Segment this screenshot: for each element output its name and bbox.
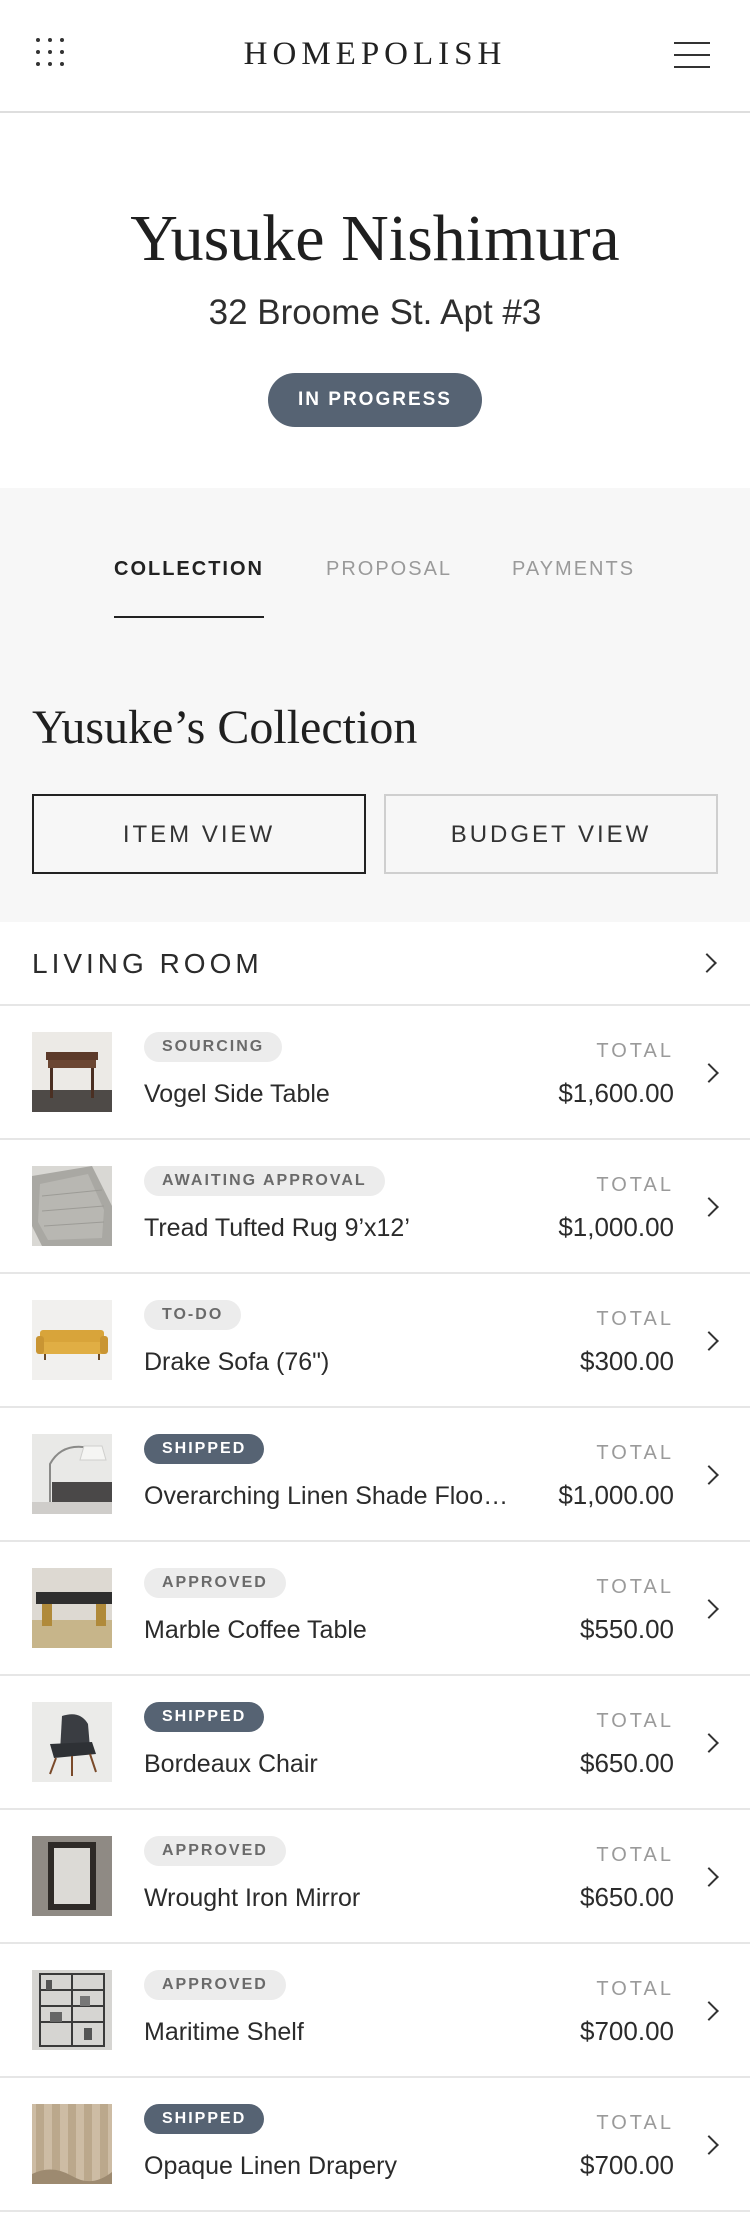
client-summary: Yusuke Nishimura 32 Broome St. Apt #3 IN…	[0, 115, 750, 488]
total-label: TOTAL	[596, 1442, 674, 1464]
item-list: SOURCING Vogel Side Table TOTAL $1,600.0…	[0, 1006, 750, 2212]
floor-lamp-image	[32, 1434, 112, 1514]
list-item[interactable]: AWAITING APPROVAL Tread Tufted Rug 9’x12…	[0, 1140, 750, 1274]
chevron-right-icon	[699, 1465, 719, 1485]
item-status-badge: APPROVED	[144, 1970, 286, 2000]
item-status-badge: TO-DO	[144, 1300, 242, 1330]
list-item[interactable]: APPROVED Wrought Iron Mirror TOTAL $650.…	[0, 1810, 750, 1944]
item-name: Overarching Linen Shade Floor…	[144, 1482, 514, 1510]
total-label: TOTAL	[596, 1844, 674, 1866]
item-price: $700.00	[580, 2150, 674, 2180]
item-price: $1,000.00	[558, 1480, 674, 1510]
shelf-image	[32, 1970, 112, 2050]
list-item[interactable]: SOURCING Vogel Side Table TOTAL $1,600.0…	[0, 1006, 750, 1140]
side-table-image	[32, 1032, 112, 1112]
sofa-image	[32, 1300, 112, 1380]
client-name: Yusuke Nishimura	[130, 202, 620, 275]
item-status-badge: APPROVED	[144, 1836, 286, 1866]
room-title: LIVING ROOM	[32, 948, 263, 979]
client-address: 32 Broome St. Apt #3	[208, 293, 542, 332]
list-item[interactable]: APPROVED Maritime Shelf TOTAL $700.00	[0, 1944, 750, 2078]
mirror-image	[32, 1836, 112, 1916]
item-name: Maritime Shelf	[144, 2018, 304, 2046]
chair-image	[32, 1702, 112, 1782]
chevron-right-icon	[699, 2001, 719, 2021]
item-name: Tread Tufted Rug 9’x12’	[144, 1214, 410, 1242]
item-status-badge: SHIPPED	[144, 1702, 265, 1732]
item-view-button[interactable]: ITEM VIEW	[32, 794, 366, 874]
collection-section: COLLECTION PROPOSAL PAYMENTS Yusuke’s Co…	[0, 488, 750, 922]
item-status-badge: AWAITING APPROVAL	[144, 1166, 385, 1196]
item-price: $1,000.00	[558, 1212, 674, 1242]
list-item[interactable]: TO-DO Drake Sofa (76") TOTAL $300.00	[0, 1274, 750, 1408]
total-label: TOTAL	[596, 1174, 674, 1196]
item-status-badge: SHIPPED	[144, 2104, 265, 2134]
item-name: Vogel Side Table	[144, 1080, 330, 1108]
chevron-right-icon	[699, 1867, 719, 1887]
item-status-badge: APPROVED	[144, 1568, 286, 1598]
chevron-right-icon	[699, 1733, 719, 1753]
item-status-badge: SHIPPED	[144, 1434, 265, 1464]
item-price: $1,600.00	[558, 1078, 674, 1108]
item-name: Bordeaux Chair	[144, 1750, 318, 1778]
total-label: TOTAL	[596, 1040, 674, 1062]
brand-logo[interactable]: HOMEPOLISH	[0, 36, 750, 73]
coffee-table-image	[32, 1568, 112, 1648]
list-item[interactable]: APPROVED Marble Coffee Table TOTAL $550.…	[0, 1542, 750, 1676]
total-label: TOTAL	[596, 1710, 674, 1732]
budget-view-button[interactable]: BUDGET VIEW	[384, 794, 718, 874]
item-name: Marble Coffee Table	[144, 1616, 367, 1644]
chevron-right-icon	[699, 1331, 719, 1351]
rug-image	[32, 1166, 112, 1246]
tab-payments[interactable]: PAYMENTS	[512, 558, 635, 581]
item-price: $300.00	[580, 1346, 674, 1376]
active-tab-indicator	[114, 616, 264, 618]
item-price: $650.00	[580, 1882, 674, 1912]
chevron-right-icon	[699, 1197, 719, 1217]
total-label: TOTAL	[596, 1978, 674, 2000]
drapery-image	[32, 2104, 112, 2184]
item-status-badge: SOURCING	[144, 1032, 283, 1062]
item-name: Wrought Iron Mirror	[144, 1884, 361, 1912]
hamburger-menu-icon[interactable]	[674, 40, 712, 70]
total-label: TOTAL	[596, 1308, 674, 1330]
list-item[interactable]: SHIPPED Overarching Linen Shade Floor… T…	[0, 1408, 750, 1542]
tab-proposal[interactable]: PROPOSAL	[326, 558, 452, 581]
list-item[interactable]: SHIPPED Opaque Linen Drapery TOTAL $700.…	[0, 2078, 750, 2212]
chevron-right-icon	[699, 1063, 719, 1083]
total-label: TOTAL	[596, 2112, 674, 2134]
item-name: Opaque Linen Drapery	[144, 2152, 397, 2180]
item-price: $700.00	[580, 2016, 674, 2046]
tab-collection[interactable]: COLLECTION	[114, 558, 264, 581]
chevron-right-icon	[697, 953, 717, 973]
total-label: TOTAL	[596, 1576, 674, 1598]
room-header-living-room[interactable]: LIVING ROOM	[0, 922, 750, 1006]
list-item[interactable]: SHIPPED Bordeaux Chair TOTAL $650.00	[0, 1676, 750, 1810]
project-status-badge: IN PROGRESS	[268, 373, 482, 427]
chevron-right-icon	[699, 2135, 719, 2155]
item-price: $650.00	[580, 1748, 674, 1778]
chevron-right-icon	[699, 1599, 719, 1619]
app-header: HOMEPOLISH	[0, 0, 750, 113]
item-price: $550.00	[580, 1614, 674, 1644]
item-name: Drake Sofa (76")	[144, 1348, 330, 1376]
collection-title: Yusuke’s Collection	[32, 701, 418, 754]
